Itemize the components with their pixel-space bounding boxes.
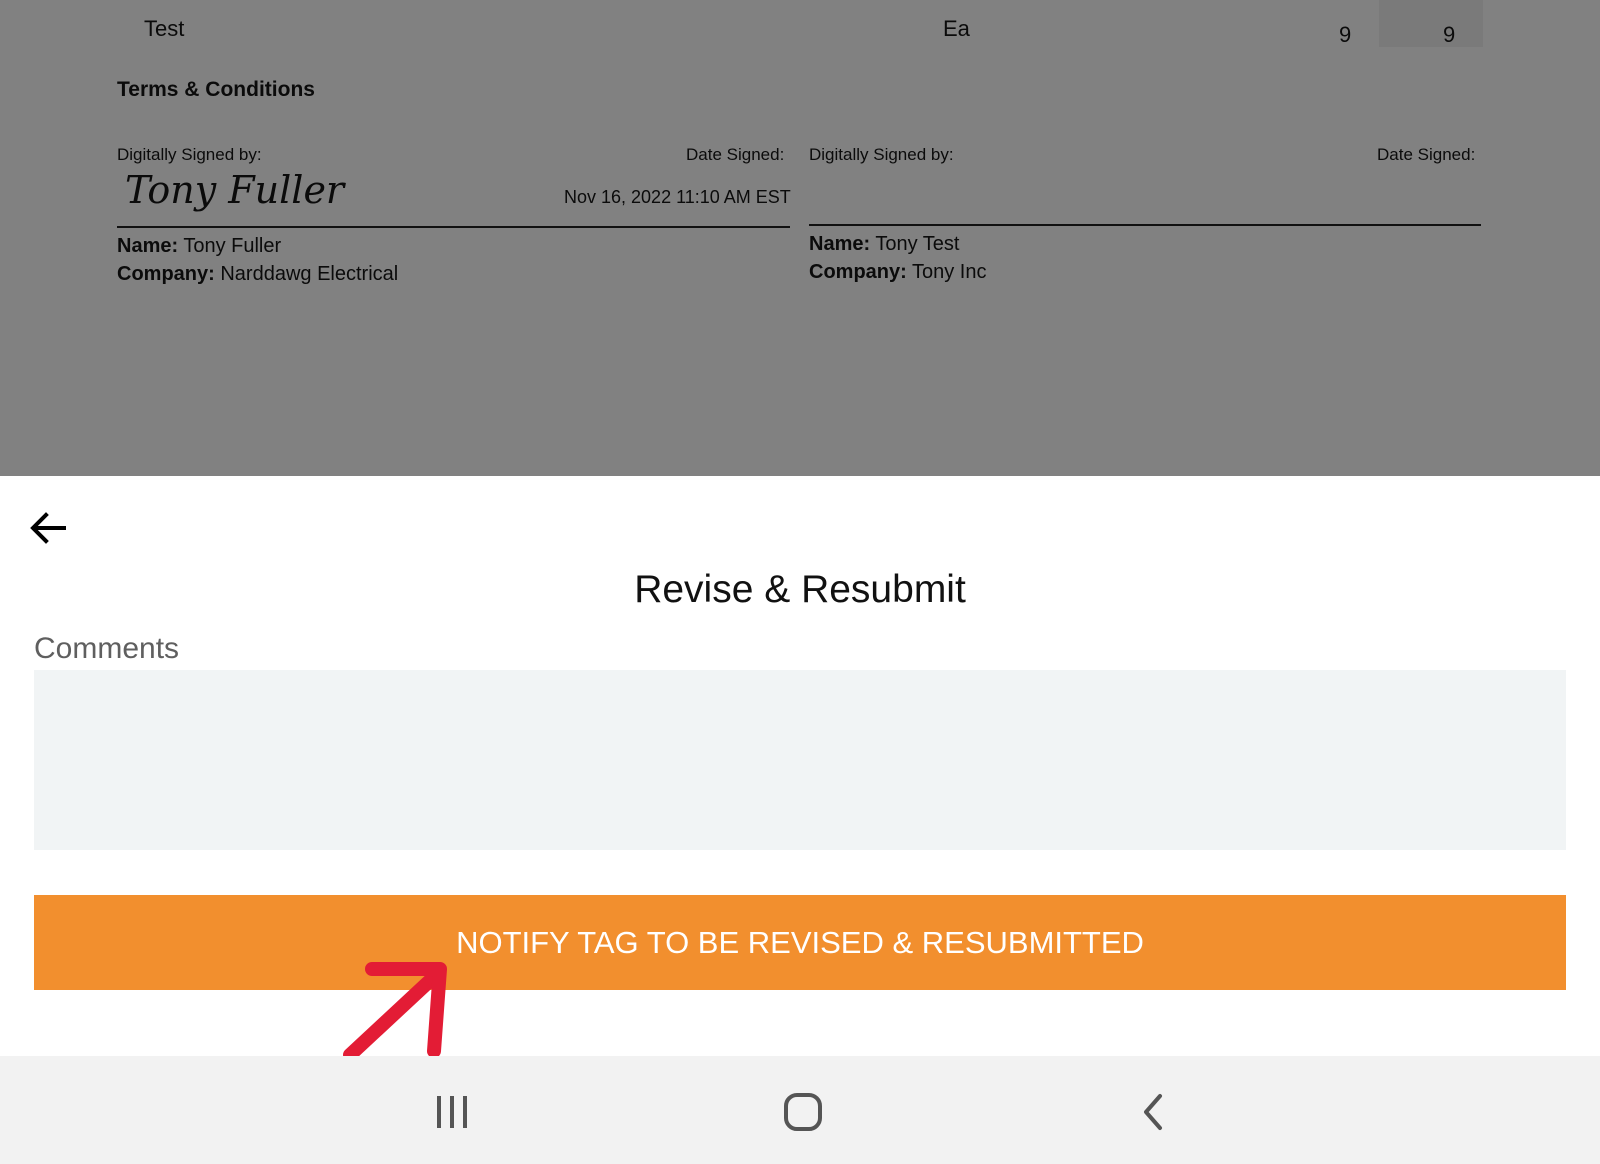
signer-company: Company: Narddawg Electrical xyxy=(117,263,399,285)
signed-by-label: Digitally Signed by: xyxy=(117,145,262,164)
total-cell xyxy=(1379,0,1483,47)
signed-by-label: Digitally Signed by: xyxy=(809,145,954,164)
comments-label: Comments xyxy=(34,632,180,665)
line-item-unit: Ea xyxy=(943,16,970,41)
system-navigation-bar xyxy=(0,1056,1600,1164)
document-preview: Test Ea 9 9 Terms & Conditions Digitally… xyxy=(0,0,1600,476)
signer-name: Name: Tony Test xyxy=(809,233,960,255)
chevron-left-icon xyxy=(1144,1094,1162,1130)
nav-back-button[interactable] xyxy=(1124,1082,1184,1142)
red-arrow-annotation xyxy=(343,962,447,1062)
home-button[interactable] xyxy=(773,1082,833,1142)
signature-image: Tony Fuller xyxy=(125,168,345,212)
line-item-description: Test xyxy=(144,16,185,41)
arrow-left-icon xyxy=(30,512,66,544)
signer-name: Name: Tony Fuller xyxy=(117,235,282,257)
notify-revise-resubmit-button[interactable]: NOTIFY TAG TO BE REVISED & RESUBMITTED xyxy=(34,895,1566,990)
comments-input[interactable] xyxy=(34,670,1566,850)
line-item-quantity: 9 xyxy=(1339,22,1352,47)
back-button[interactable] xyxy=(24,504,72,552)
line-item-total: 9 xyxy=(1443,22,1456,47)
sheet-title: Revise & Resubmit xyxy=(634,568,966,611)
date-signed-label: Date Signed: xyxy=(1377,145,1476,164)
terms-heading: Terms & Conditions xyxy=(117,78,315,101)
date-signed-label: Date Signed: xyxy=(686,145,785,164)
signature-line xyxy=(809,224,1481,226)
recents-button[interactable] xyxy=(422,1082,482,1142)
signed-date: Nov 16, 2022 11:10 AM EST xyxy=(564,187,791,207)
signature-line xyxy=(117,226,790,228)
signer-company: Company: Tony Inc xyxy=(809,261,987,283)
home-icon xyxy=(784,1093,822,1131)
recents-icon xyxy=(437,1096,467,1128)
revise-resubmit-sheet: Revise & Resubmit Comments NOTIFY TAG TO… xyxy=(0,476,1600,1056)
